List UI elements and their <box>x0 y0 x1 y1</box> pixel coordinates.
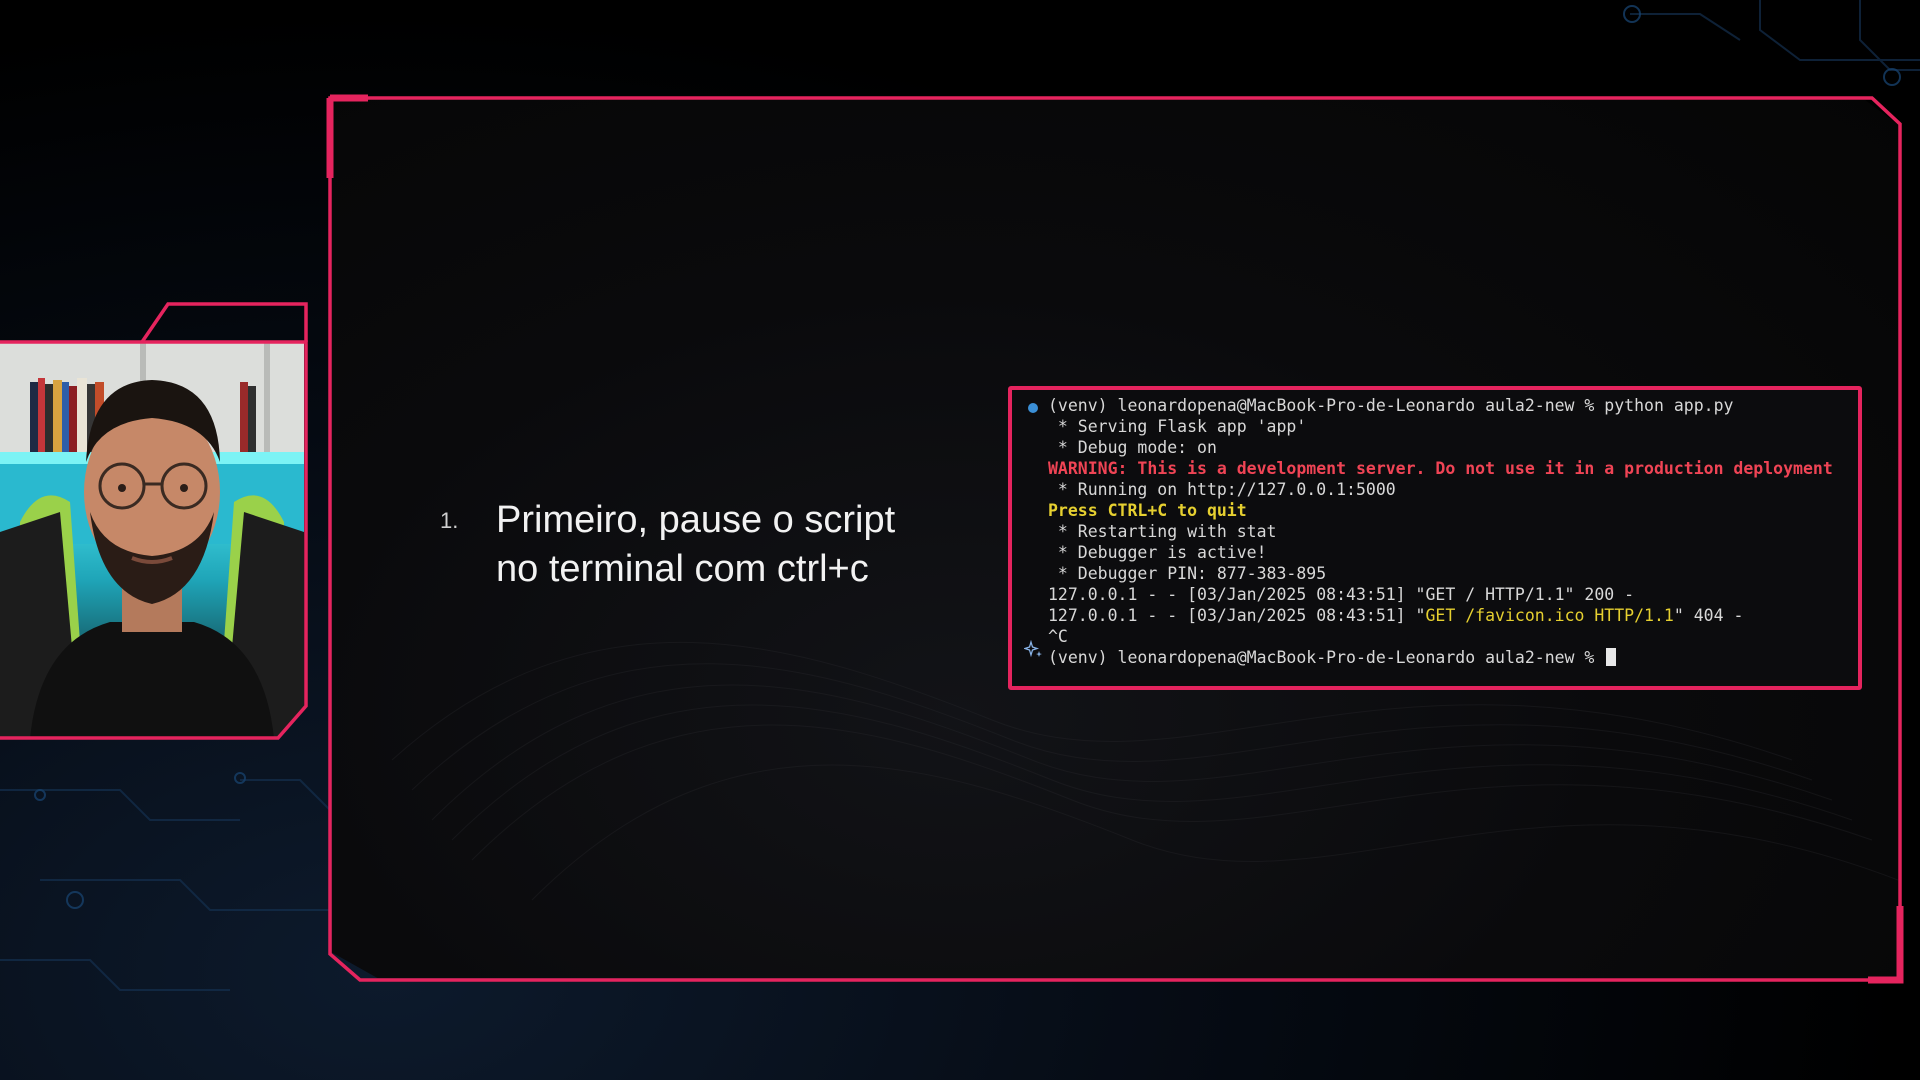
webcam-overlay <box>0 302 308 742</box>
slide-frame: 1. Primeiro, pause o script no terminal … <box>326 94 1904 984</box>
webcam-border <box>0 302 308 740</box>
slide-border <box>326 94 1904 984</box>
